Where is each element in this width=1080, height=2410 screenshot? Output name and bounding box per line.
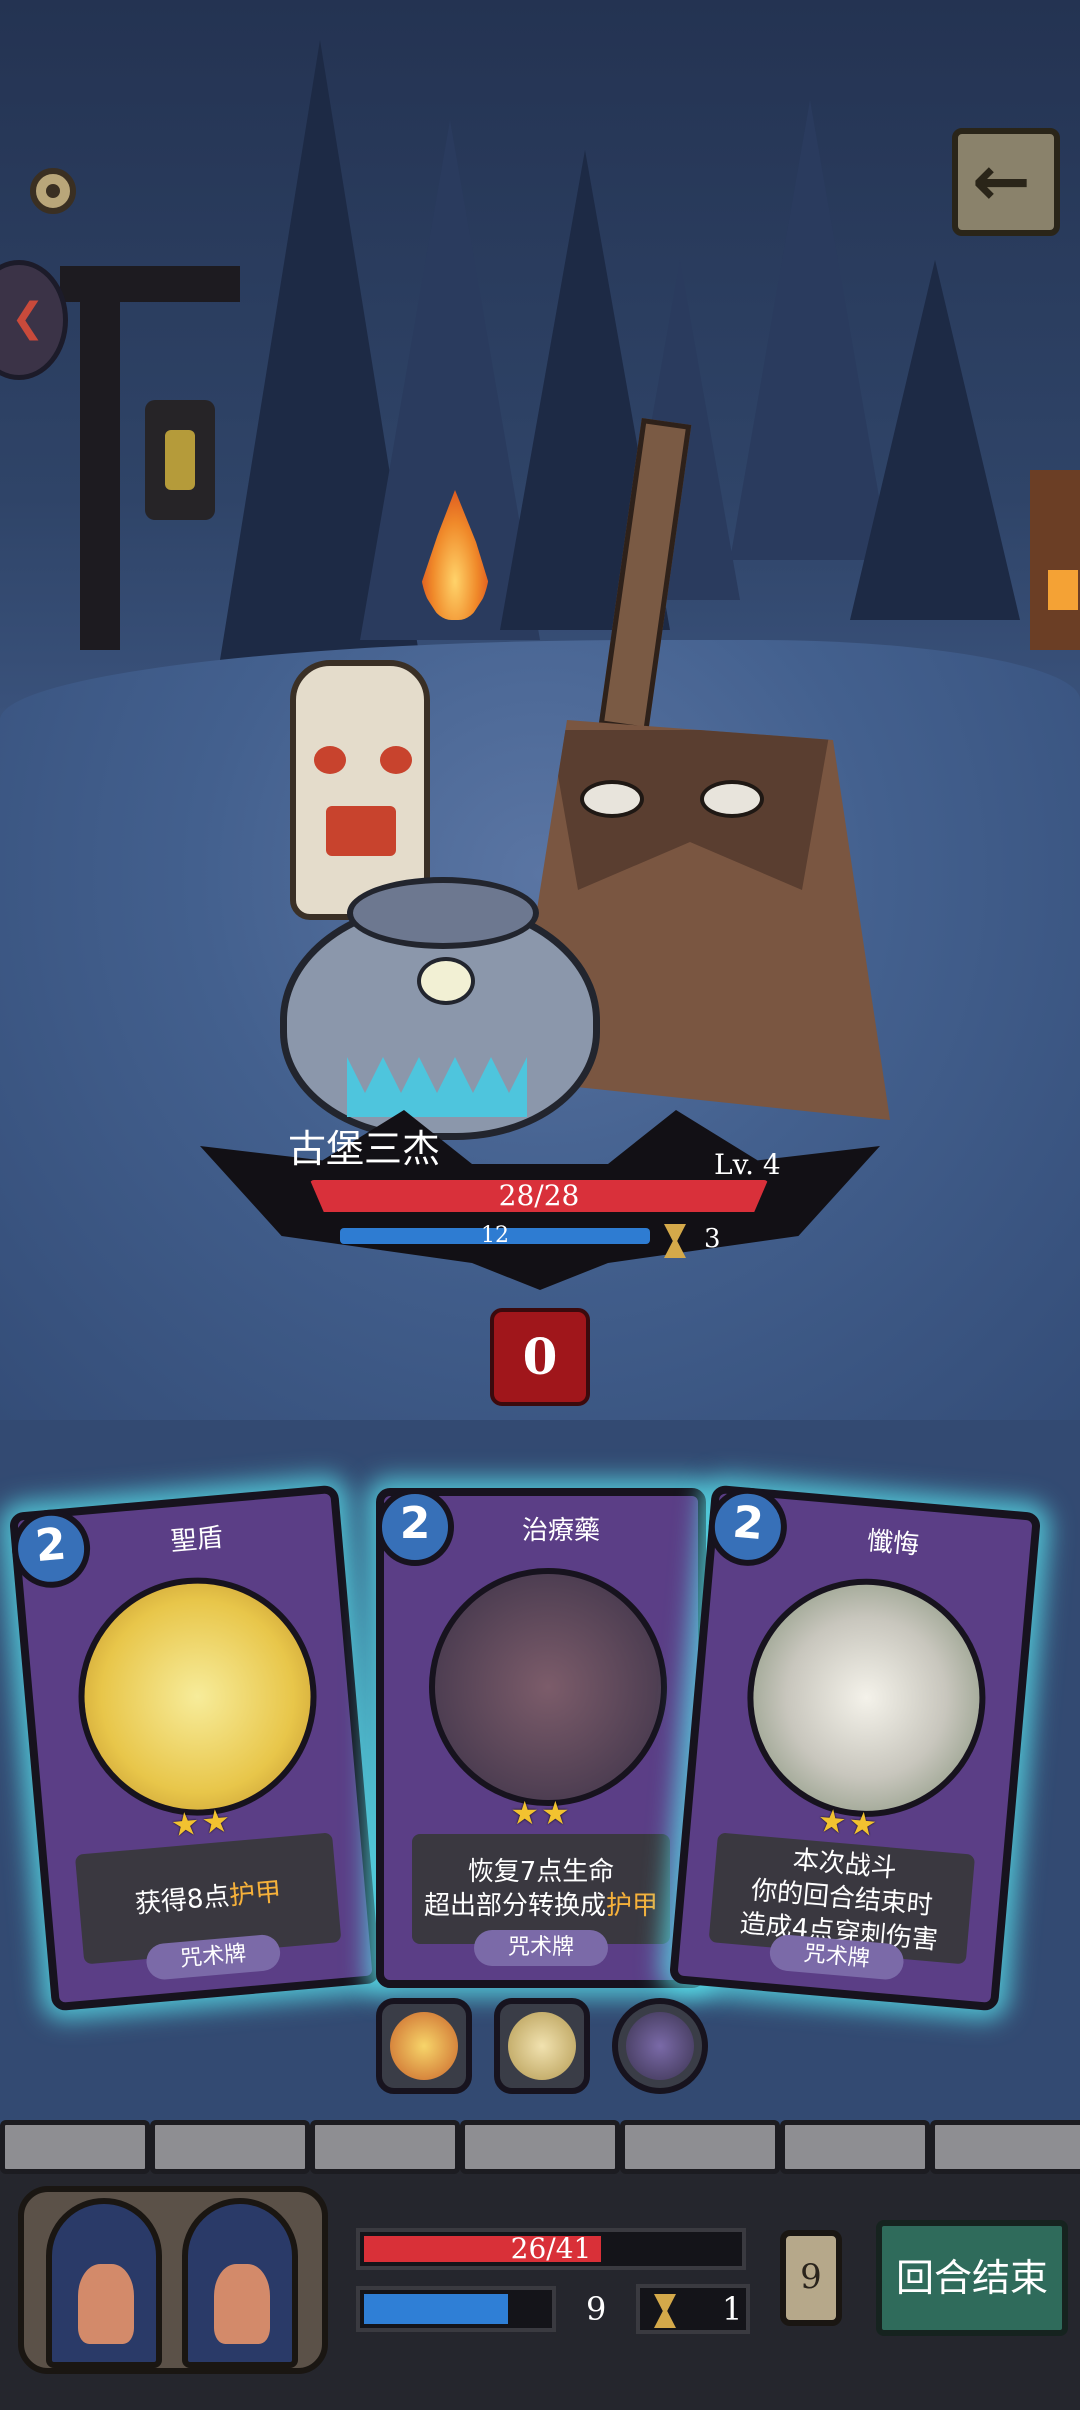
player-hp-bar: 26/41	[356, 2228, 746, 2270]
player-time-value: 1	[722, 2290, 743, 2328]
enemy-level: Lv. 4	[714, 1148, 781, 1181]
spellbook-icon	[626, 2012, 694, 2080]
wall-stone	[460, 2120, 620, 2174]
player-hud: 26/41 9 1 9 回合结束	[0, 2120, 1080, 2410]
enemy-hp-text: 28/28	[498, 1179, 580, 1212]
arrow-icon: ❮	[11, 295, 45, 341]
player-hp-text: 26/41	[510, 2232, 592, 2265]
card-type: 咒术牌	[474, 1930, 608, 1966]
cross-art	[737, 1568, 996, 1827]
end-turn-button[interactable]: 回合结束	[876, 2220, 1068, 2336]
wall-stone	[930, 2120, 1080, 2174]
enemy-hp-bar: 28/28	[310, 1180, 768, 1212]
lantern	[145, 400, 215, 520]
candle-mouth	[326, 806, 396, 856]
magic-hand-icon[interactable]	[46, 2198, 162, 2368]
enemy-name: 古堡三杰	[288, 1127, 441, 1171]
desc-text: 恢复7点生命 超出部分转换成	[423, 1857, 615, 1921]
candle-eye	[380, 746, 412, 774]
intent-value: 0	[522, 1327, 558, 1386]
draw-pile-count[interactable]: 9	[780, 2230, 842, 2326]
desc-keyword: 护甲	[228, 1877, 283, 1912]
broom-eye	[700, 780, 764, 818]
card-name: 懺悔	[865, 1526, 921, 1561]
desc-keyword: 护甲	[606, 1891, 659, 1921]
cross-hand-icon[interactable]	[182, 2198, 298, 2368]
card-stars: ★★	[510, 1794, 572, 1832]
pine-tree	[850, 260, 1020, 620]
card-cost: 2	[376, 1488, 454, 1566]
card-healing-potion[interactable]: 2 治療藥 ★★ 恢复7点生命 超出部分转换成护甲 咒术牌	[376, 1488, 706, 1988]
relic-slot[interactable]	[494, 1998, 590, 2094]
wall-stone	[620, 2120, 780, 2174]
enemy-intent-badge[interactable]: 0	[490, 1308, 590, 1406]
lamp-post-arm	[60, 266, 240, 302]
wizard-icon	[508, 2012, 576, 2080]
lamp-post	[80, 270, 120, 650]
phoenix-feather-icon	[390, 2012, 458, 2080]
player-mana-bar	[356, 2286, 556, 2332]
wall-stone	[780, 2120, 930, 2174]
card-repentance[interactable]: 2 懺悔 ★★ 本次战斗 你的回合结束时 造成4点穿刺伤害 咒术牌	[668, 1484, 1042, 2012]
kettle-monster[interactable]	[280, 877, 600, 1140]
hand-icon	[214, 2264, 270, 2344]
settings-button[interactable]	[30, 168, 76, 214]
card-holy-shield[interactable]: 2 聖盾 ★★ 获得8点护甲 咒术牌	[8, 1484, 382, 2012]
player-mana-fill	[364, 2294, 508, 2324]
kettle-eye	[417, 957, 475, 1005]
pine-tree	[730, 100, 890, 560]
hand-icon	[78, 2264, 134, 2344]
cabin	[1030, 470, 1080, 650]
enemy-mana-bar: 12	[340, 1223, 650, 1248]
wall-stone	[150, 2120, 310, 2174]
warrior-art	[68, 1567, 327, 1826]
enemy-time-text: 3	[704, 1224, 721, 1254]
card-description: 恢复7点生命 超出部分转换成护甲	[412, 1834, 670, 1944]
card-name: 治療藥	[521, 1516, 600, 1546]
relic-slot[interactable]	[612, 1998, 708, 2094]
candle-eye	[314, 746, 346, 774]
enemy-mana-text: 12	[481, 1223, 509, 1248]
broom-eye	[580, 780, 644, 818]
back-button[interactable]: ←	[952, 128, 1060, 236]
kettle-teeth	[347, 1057, 527, 1117]
wall-stone	[310, 2120, 460, 2174]
kettle-lid	[347, 877, 539, 949]
card-name: 聖盾	[169, 1522, 225, 1558]
zombie-brewer-art	[429, 1568, 667, 1806]
player-portrait-frame	[18, 2186, 328, 2374]
back-arrow-icon: ←	[972, 140, 1031, 222]
desc-text: 获得8点	[133, 1881, 231, 1920]
relic-slot[interactable]	[376, 1998, 472, 2094]
player-mana-value: 9	[586, 2290, 607, 2328]
wall-stone	[0, 2120, 150, 2174]
